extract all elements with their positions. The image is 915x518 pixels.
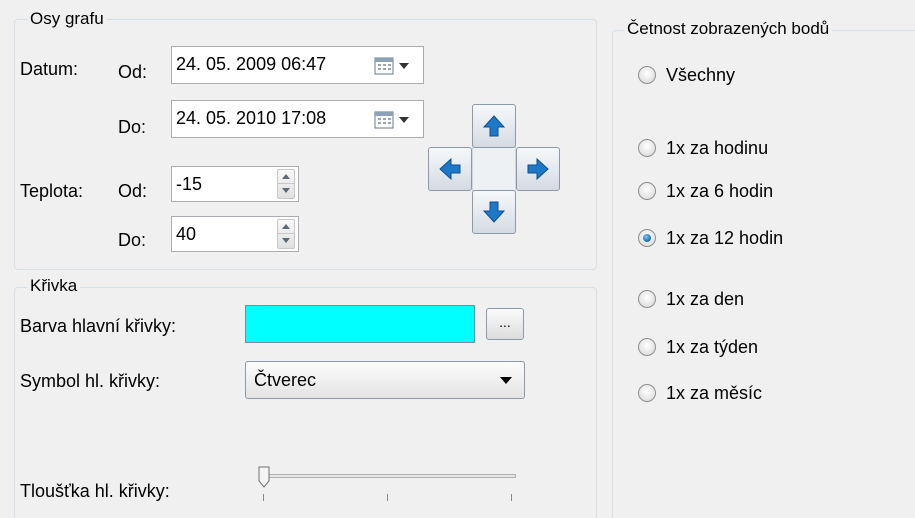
date-from-picker[interactable]: 24. 05. 2009 06:47 <box>171 46 424 84</box>
radio-hourly-label: 1x za hodinu <box>666 138 769 158</box>
arrow-left-icon <box>439 157 461 181</box>
arrow-right-icon <box>527 157 549 181</box>
arrow-down-icon <box>482 201 506 223</box>
radio-all[interactable] <box>638 66 656 84</box>
date-to-picker[interactable]: 24. 05. 2010 17:08 <box>171 100 424 138</box>
color-swatch[interactable] <box>245 305 475 343</box>
radio-12-hours-label: 1x za 12 hodin <box>666 228 784 248</box>
radio-monthly-label: 1x za měsíc <box>666 383 763 403</box>
thickness-label: Tloušťka hl. křivky: <box>20 481 170 501</box>
temperature-to-stepper[interactable]: 40 <box>171 216 299 252</box>
spin-down-icon[interactable] <box>278 234 294 248</box>
spin-up-icon[interactable] <box>278 170 294 184</box>
curve-group-title: Křivka <box>27 276 81 296</box>
nav-left-button[interactable] <box>428 147 472 191</box>
temperature-to-spin[interactable] <box>277 219 295 249</box>
nav-right-button[interactable] <box>516 147 560 191</box>
radio-daily-label: 1x za den <box>666 289 745 309</box>
temperature-to-label: Do: <box>118 230 147 250</box>
thickness-slider-track[interactable] <box>262 474 516 478</box>
date-to-value: 24. 05. 2010 17:08 <box>176 108 327 128</box>
radio-6-hours-label: 1x za 6 hodin <box>666 181 774 201</box>
slider-tick <box>263 494 264 501</box>
spin-up-icon[interactable] <box>278 220 294 234</box>
radio-all-label: Všechny <box>666 65 736 85</box>
arrow-up-icon <box>482 115 506 137</box>
calendar-icon[interactable] <box>373 110 417 130</box>
frequency-group-title: Četnost zobrazených bodů <box>624 19 833 39</box>
nav-up-button[interactable] <box>472 104 516 148</box>
chevron-down-icon <box>500 377 512 384</box>
symbol-select-value: Čtverec <box>254 370 317 390</box>
radio-6-hours[interactable] <box>638 182 656 200</box>
temperature-to-value: 40 <box>176 224 197 244</box>
date-label: Datum: <box>20 59 79 79</box>
radio-daily[interactable] <box>638 290 656 308</box>
radio-hourly[interactable] <box>638 139 656 157</box>
date-from-label: Od: <box>118 62 148 82</box>
color-label: Barva hlavní křivky: <box>20 316 177 336</box>
axes-group-title: Osy grafu <box>27 9 107 29</box>
radio-12-hours[interactable] <box>638 229 656 247</box>
nav-down-button[interactable] <box>472 190 516 234</box>
temperature-from-label: Od: <box>118 181 148 201</box>
calendar-icon[interactable] <box>373 56 417 76</box>
temperature-from-value: -15 <box>176 174 203 194</box>
temperature-label: Teplota: <box>20 181 84 201</box>
temperature-from-stepper[interactable]: -15 <box>171 166 299 202</box>
color-picker-button[interactable]: ... <box>486 308 524 340</box>
symbol-select[interactable]: Čtverec <box>245 361 525 399</box>
thickness-slider-thumb[interactable] <box>258 466 270 488</box>
radio-weekly[interactable] <box>638 338 656 356</box>
date-to-label: Do: <box>118 117 147 137</box>
symbol-label: Symbol hl. křivky: <box>20 371 161 391</box>
slider-tick <box>387 494 388 501</box>
radio-weekly-label: 1x za týden <box>666 337 759 357</box>
date-from-value: 24. 05. 2009 06:47 <box>176 54 327 74</box>
radio-monthly[interactable] <box>638 384 656 402</box>
temperature-from-spin[interactable] <box>277 169 295 199</box>
frequency-groupbox <box>612 30 915 518</box>
nav-center <box>472 147 516 191</box>
slider-tick <box>511 494 512 501</box>
spin-down-icon[interactable] <box>278 184 294 198</box>
